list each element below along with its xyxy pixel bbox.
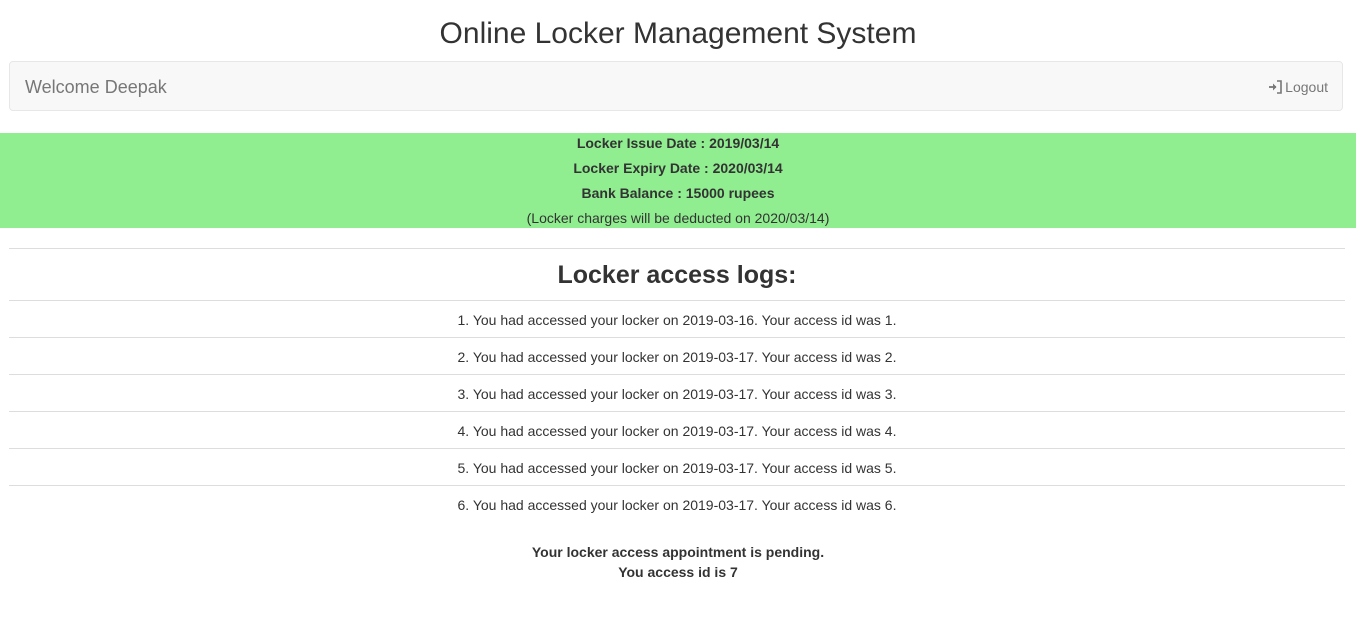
locker-info-banner: Locker Issue Date : 2019/03/14 Locker Ex… (0, 133, 1356, 228)
welcome-text: Welcome Deepak (25, 77, 167, 97)
charges-note: (Locker charges will be deducted on 2020… (526, 210, 830, 226)
bank-balance: Bank Balance : 15000 rupees (581, 185, 775, 201)
page-title: Online Locker Management System (439, 17, 917, 50)
log-row: 5. You had accessed your locker on 2019-… (9, 449, 1345, 486)
log-row: 2. You had accessed your locker on 2019-… (9, 338, 1345, 375)
appointment-status: Your locker access appointment is pendin… (0, 542, 1356, 582)
log-row: 4. You had accessed your locker on 2019-… (9, 412, 1345, 449)
navbar: Welcome Deepak Logout (9, 61, 1343, 111)
appointment-access-id: You access id is 7 (618, 564, 738, 580)
logout-link[interactable]: Logout (1268, 62, 1328, 112)
expiry-date: Locker Expiry Date : 2020/03/14 (573, 160, 783, 176)
log-row: 1. You had accessed your locker on 2019-… (9, 301, 1345, 338)
sign-in-icon (1268, 80, 1283, 94)
issue-date: Locker Issue Date : 2019/03/14 (576, 135, 780, 151)
log-row: 6. You had accessed your locker on 2019-… (457, 497, 897, 513)
logs-heading: Locker access logs: (9, 249, 1345, 301)
appointment-pending-text: Your locker access appointment is pendin… (531, 544, 825, 560)
access-logs-table: Locker access logs: 1. You had accessed … (9, 248, 1345, 522)
log-row: 3. You had accessed your locker on 2019-… (9, 375, 1345, 412)
logout-label: Logout (1285, 79, 1328, 95)
